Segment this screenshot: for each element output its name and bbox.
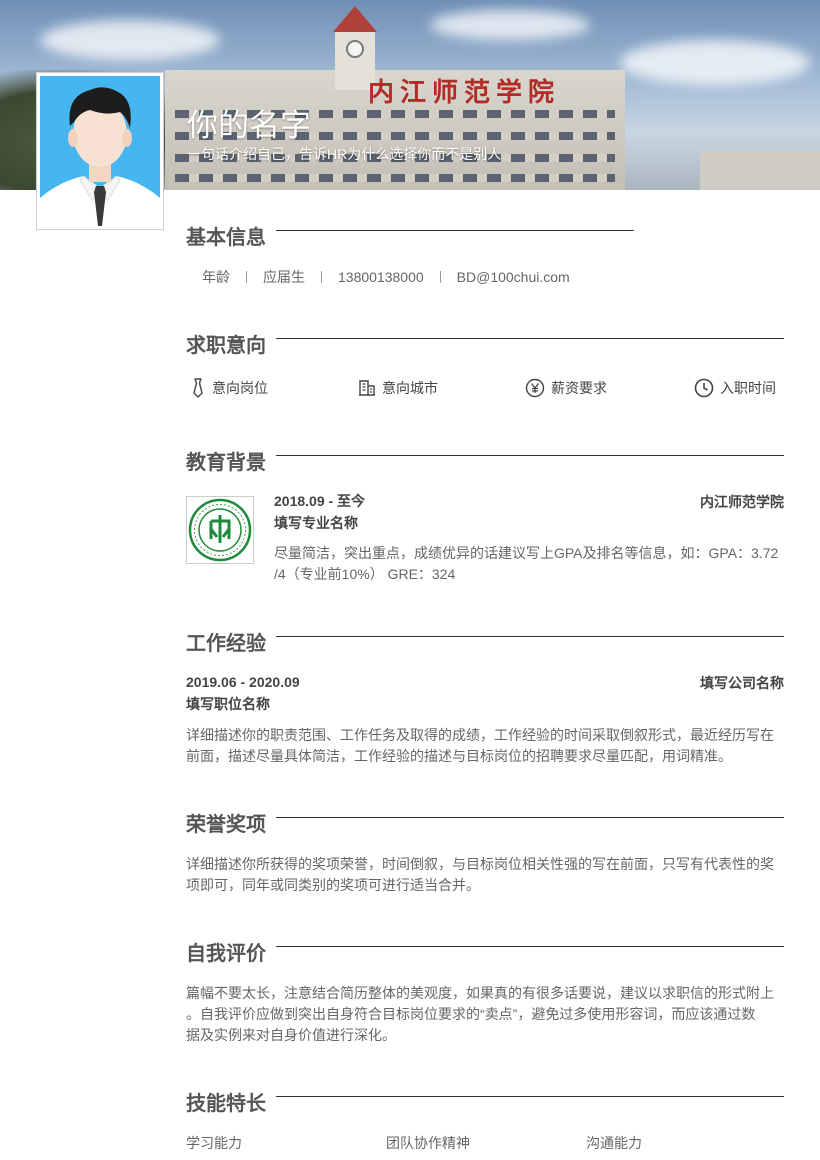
education-desc-line2: /4（专业前10%） GRE：324	[274, 566, 456, 582]
section-title-education: 教育背景	[186, 452, 266, 474]
candidate-name: 你的名字	[187, 108, 311, 143]
section-divider	[276, 455, 784, 456]
self-desc-line2: 。自我评价应做到突出自身符合目标岗位要求的“卖点”，避免过多使用形容词，而应该通…	[186, 1006, 756, 1022]
cloud	[430, 10, 590, 40]
section-divider	[276, 230, 634, 231]
education-period: 2018.09 - 至今	[274, 493, 366, 509]
work-company: 填写公司名称	[700, 675, 784, 691]
intent-position: 意向岗位	[190, 378, 268, 398]
school-seal-icon	[188, 498, 252, 562]
tower-roof	[333, 6, 377, 32]
email-field: BD@100chui.com	[456, 269, 570, 285]
age-field: 年龄	[202, 269, 230, 285]
intent-salary: 薪资要求	[525, 378, 607, 398]
intent-city: 意向城市	[358, 378, 438, 398]
section-divider	[276, 636, 784, 637]
work-title: 填写职位名称	[186, 696, 270, 712]
honors-desc-line2: 项即可，同年或同类别的奖项可进行适当合并。	[186, 877, 480, 893]
self-desc-line3: 据及实例来对自身价值进行深化。	[186, 1027, 396, 1043]
section-divider	[276, 1096, 784, 1097]
intent-salary-label: 薪资要求	[551, 380, 607, 396]
education-school: 内江师范学院	[700, 494, 784, 510]
phone-field: 13800138000	[338, 269, 424, 285]
section-title-self: 自我评价	[186, 943, 266, 965]
section-divider	[276, 817, 784, 818]
section-title-intent: 求职意向	[186, 335, 266, 357]
work-desc-line1: 详细描述你的职责范围、工作任务及取得的成绩，工作经验的时间采取倒叙形式，最近经历…	[186, 727, 774, 743]
campus-sign: 内江师范学院	[368, 78, 561, 108]
intent-start: 入职时间	[694, 378, 776, 398]
tie-icon	[193, 378, 203, 398]
section-divider	[276, 338, 784, 339]
section-title-basic: 基本信息	[186, 227, 266, 249]
person-icon	[40, 87, 160, 226]
avatar-image	[40, 76, 160, 226]
intent-position-label: 意向岗位	[212, 380, 268, 396]
candidate-tagline: 一句话介绍自己，告诉HR为什么选择你而不是别人	[187, 146, 502, 162]
section-title-work: 工作经验	[186, 633, 266, 655]
work-desc-line2: 前面，描述尽量具体简洁，工作经验的描述与目标岗位的招聘要求尽量匹配，用词精准。	[186, 748, 732, 764]
building-icon	[359, 380, 375, 396]
skill-item: 团队协作精神	[386, 1135, 470, 1151]
school-logo	[186, 496, 254, 564]
education-desc-line1: 尽量简洁，突出重点，成绩优异的话建议写上GPA及排名等信息，如：GPA：3.72	[274, 545, 779, 561]
side-building	[700, 150, 820, 190]
section-title-skills: 技能特长	[186, 1093, 266, 1115]
basic-info-row: 年龄 应届生 13800138000 BD@100chui.com	[186, 266, 586, 288]
education-major: 填写专业名称	[274, 515, 358, 531]
self-desc-line1: 篇幅不要太长，注意结合简历整体的美观度，如果真的有很多话要说，建议以求职信的形式…	[186, 985, 774, 1001]
cloud	[620, 40, 810, 85]
skill-item: 沟通能力	[586, 1135, 642, 1151]
skill-item: 学习能力	[186, 1135, 242, 1151]
section-title-honors: 荣誉奖项	[186, 814, 266, 836]
yen-icon	[525, 378, 545, 398]
intent-city-label: 意向城市	[382, 380, 438, 396]
avatar	[36, 72, 164, 230]
cloud	[40, 20, 220, 60]
intent-start-label: 入职时间	[720, 380, 776, 396]
clock-icon	[346, 40, 364, 58]
section-divider	[276, 946, 784, 947]
honors-desc-line1: 详细描述你所获得的奖项荣誉，时间倒叙，与目标岗位相关性强的写在前面，只写有代表性…	[186, 856, 774, 872]
status-field: 应届生	[263, 269, 305, 285]
work-period: 2019.06 - 2020.09	[186, 674, 300, 690]
clock-icon	[694, 378, 714, 398]
